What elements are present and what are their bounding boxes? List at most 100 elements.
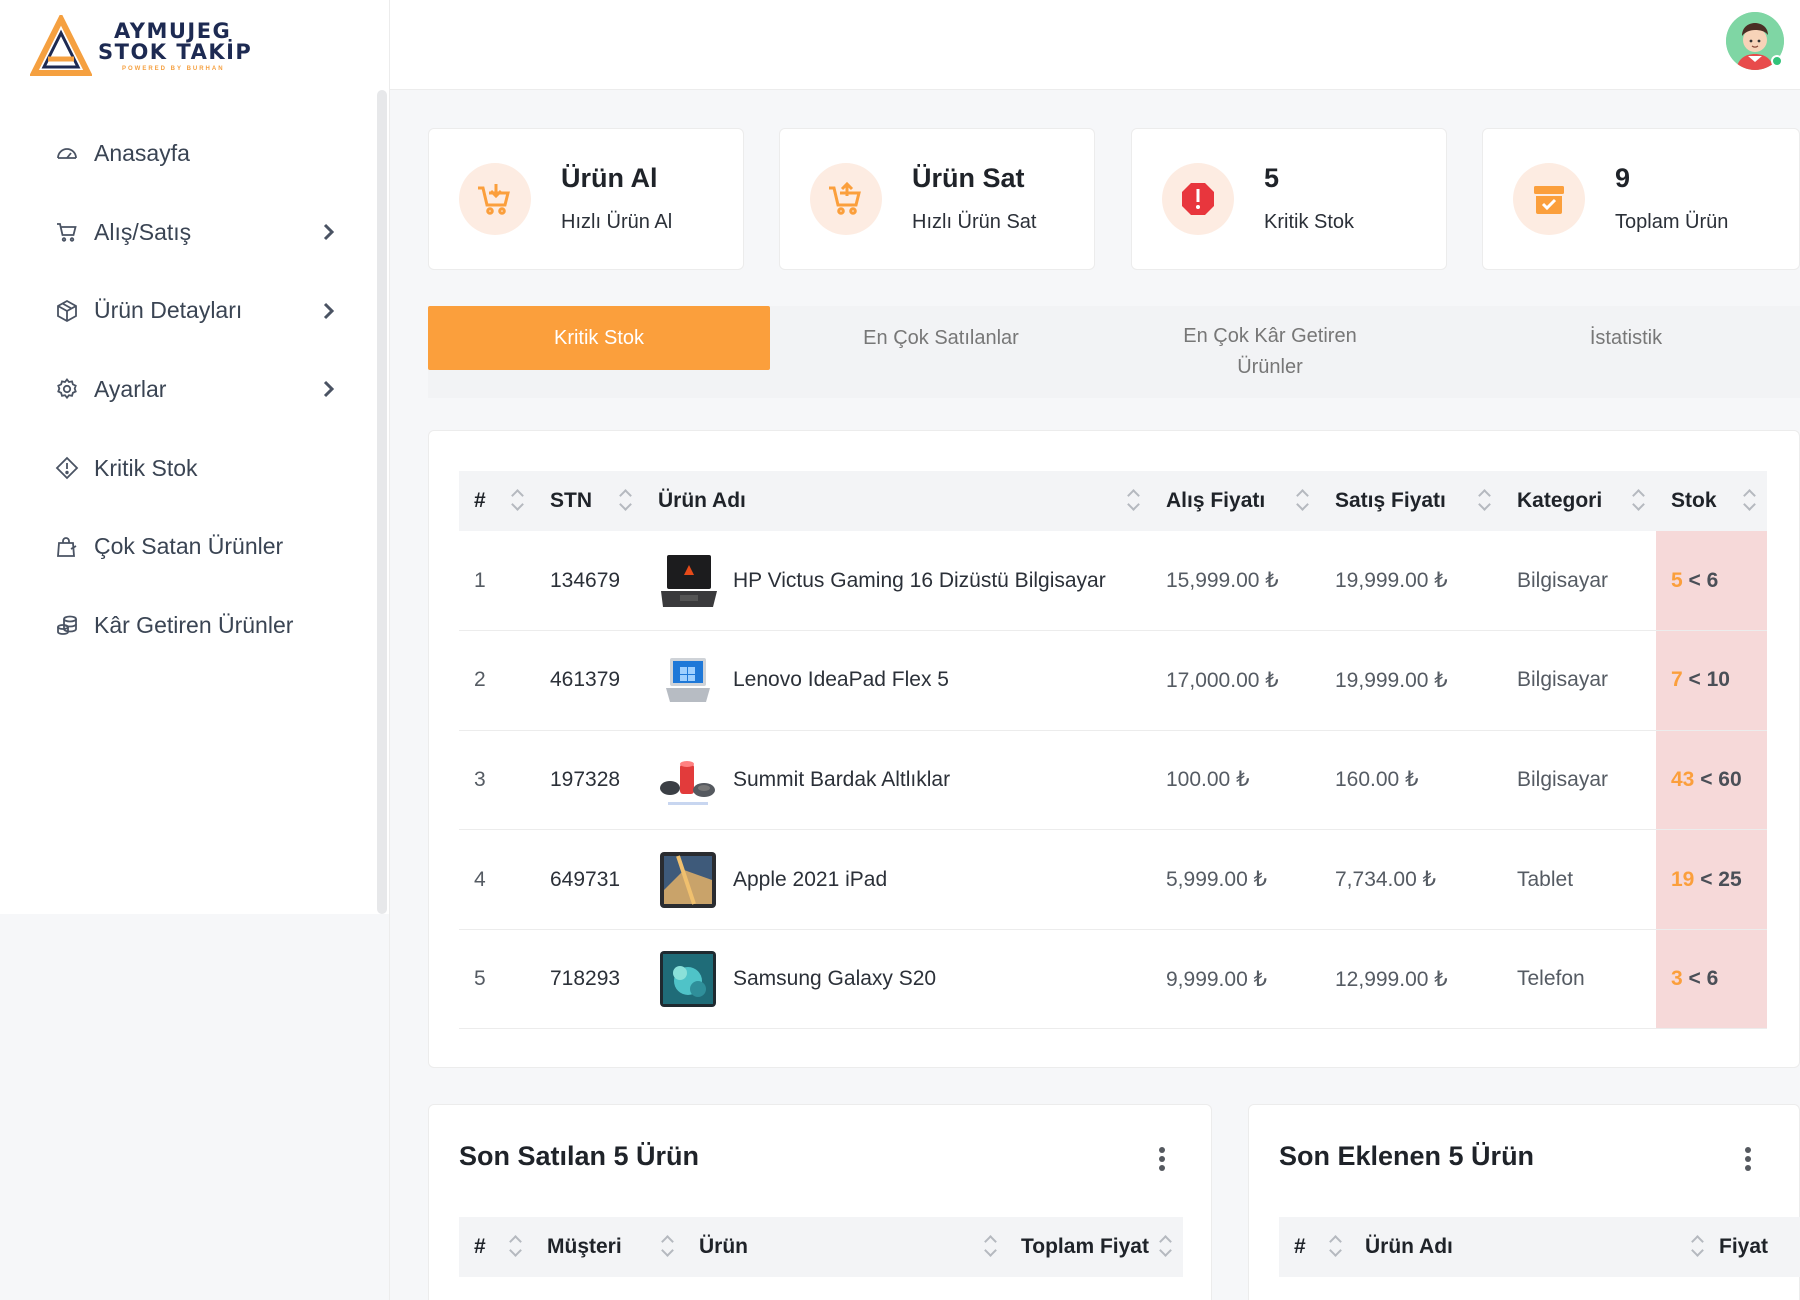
chevron-right-icon[interactable] (319, 301, 339, 321)
stock-current: 43 (1671, 767, 1695, 791)
tab-best-sellers[interactable]: En Çok Satılanlar (770, 306, 1112, 370)
sort-icon[interactable] (984, 1233, 996, 1259)
chevron-right-icon[interactable] (319, 222, 339, 242)
column-header-num[interactable]: # (474, 1235, 486, 1259)
product-name[interactable]: Summit Bardak Altlıklar (733, 768, 950, 792)
row-sell-price: 7,734.00 ₺ (1320, 829, 1502, 930)
row-category: Bilgisayar (1502, 730, 1656, 831)
column-header-name[interactable]: Ürün Adı (643, 471, 1151, 531)
sidebar-item-anasayfa[interactable]: Anasayfa (0, 114, 370, 193)
card-sell-product[interactable]: Ürün Sat Hızlı Ürün Sat (779, 128, 1095, 270)
sort-icon[interactable] (1329, 1233, 1341, 1259)
sort-icon[interactable] (511, 487, 523, 513)
tab-statistics[interactable]: İstatistik (1455, 306, 1797, 370)
row-stn: 461379 (535, 630, 643, 731)
table-row[interactable]: 5 718293 Samsung Galaxy S20 9,999.00 ₺ 1… (459, 929, 1767, 1030)
row-product: Apple 2021 iPad (643, 829, 1151, 930)
sort-icon[interactable] (1478, 487, 1490, 513)
row-num: 3 (459, 730, 535, 831)
column-header-price[interactable]: Fiyat (1719, 1235, 1768, 1259)
sidebar-item-label: Çok Satan Ürünler (94, 533, 284, 560)
sidebar-item-kar-getiren[interactable]: Kâr Getiren Ürünler (0, 586, 370, 665)
tab-critical-stock[interactable]: Kritik Stok (428, 306, 770, 370)
sort-icon[interactable] (661, 1233, 673, 1259)
product-name[interactable]: Samsung Galaxy S20 (733, 967, 936, 991)
column-header-customer[interactable]: Müşteri (547, 1235, 622, 1259)
column-header-num[interactable]: # (1294, 1235, 1306, 1259)
column-header-buy-price[interactable]: Alış Fiyatı (1151, 471, 1320, 531)
column-header-stn[interactable]: STN (535, 471, 643, 531)
column-header-num[interactable]: # (459, 471, 535, 531)
row-category: Bilgisayar (1502, 630, 1656, 731)
row-stock: 19 < 25 (1656, 829, 1767, 930)
sidebar-item-urun-detaylari[interactable]: Ürün Detayları (0, 271, 370, 350)
sort-icon[interactable] (1632, 487, 1644, 513)
row-buy-price: 9,999.00 ₺ (1151, 929, 1320, 1030)
row-stn: 134679 (535, 531, 643, 632)
brand-logo[interactable]: AYMUJEG STOK TAKİP POWERED BY BURHAN (30, 14, 252, 78)
recent-sold-card: Son Satılan 5 Ürün # Müşteri Ürün Toplam… (428, 1104, 1212, 1300)
row-buy-price: 15,999.00 ₺ (1151, 531, 1320, 632)
sidebar-item-ayarlar[interactable]: Ayarlar (0, 350, 370, 429)
sort-icon[interactable] (1127, 487, 1139, 513)
product-thumbnail-tablet (660, 851, 716, 908)
column-header-name[interactable]: Ürün Adı (1365, 1235, 1453, 1259)
column-header-sell-price[interactable]: Satış Fiyatı (1320, 471, 1502, 531)
card-title: Ürün Al (561, 163, 658, 193)
column-header-category[interactable]: Kategori (1502, 471, 1656, 531)
sort-icon[interactable] (509, 1233, 521, 1259)
row-sell-price: 19,999.00 ₺ (1320, 531, 1502, 632)
card-buy-product[interactable]: Ürün Al Hızlı Ürün Al (428, 128, 744, 270)
row-sell-price: 160.00 ₺ (1320, 730, 1502, 831)
row-product: HP Victus Gaming 16 Dizüstü Bilgisayar (643, 531, 1151, 632)
recent-added-table-header: # Ürün Adı Fiyat (1279, 1217, 1800, 1277)
sidebar-nav: Anasayfa Alış/Satış Ürün Detayları Ayarl… (0, 114, 370, 665)
row-stn: 718293 (535, 929, 643, 1030)
sidebar-item-alis-satis[interactable]: Alış/Satış (0, 193, 370, 272)
sidebar-scrollbar[interactable] (377, 90, 387, 914)
column-header-product[interactable]: Ürün (699, 1235, 748, 1259)
sort-icon[interactable] (619, 487, 631, 513)
sort-icon[interactable] (1743, 487, 1755, 513)
table-row[interactable]: 3 197328 Summit Bardak Altlıklar 100.00 … (459, 730, 1767, 831)
sidebar-item-label: Ürün Detayları (94, 297, 243, 324)
more-options-icon[interactable] (1158, 1147, 1166, 1171)
cart-download-icon (459, 163, 531, 235)
sidebar-item-cok-satan[interactable]: Çok Satan Ürünler (0, 507, 370, 586)
card-total-products[interactable]: 9 Toplam Ürün (1482, 128, 1800, 270)
brand-name-line1: AYMUJEG (114, 18, 232, 43)
coins-icon (54, 612, 80, 638)
sidebar-item-label: Ayarlar (94, 375, 167, 402)
product-name[interactable]: HP Victus Gaming 16 Dizüstü Bilgisayar (733, 569, 1106, 593)
product-thumbnail-phone (660, 951, 716, 1008)
sort-icon[interactable] (1691, 1233, 1703, 1259)
product-name[interactable]: Lenovo IdeaPad Flex 5 (733, 668, 949, 692)
sidebar-item-kritik-stok[interactable]: Kritik Stok (0, 429, 370, 508)
more-options-icon[interactable] (1744, 1147, 1752, 1171)
recent-sold-title: Son Satılan 5 Ürün (459, 1141, 700, 1171)
warning-diamond-icon (54, 455, 80, 481)
row-product: Summit Bardak Altlıklar (643, 730, 1151, 831)
row-stn: 197328 (535, 730, 643, 831)
row-num: 2 (459, 630, 535, 731)
column-header-stock[interactable]: Stok (1656, 471, 1767, 531)
column-header-total-price[interactable]: Toplam Fiyat (1021, 1235, 1149, 1259)
table-row[interactable]: 1 134679 HP Victus Gaming 16 Dizüstü Bil… (459, 531, 1767, 632)
table-row[interactable]: 4 649731 Apple 2021 iPad 5,999.00 ₺ 7,73… (459, 829, 1767, 930)
product-name[interactable]: Apple 2021 iPad (733, 868, 887, 892)
card-critical-stock[interactable]: 5 Kritik Stok (1131, 128, 1447, 270)
table-row[interactable]: 2 461379 Lenovo IdeaPad Flex 5 17,000.00… (459, 630, 1767, 731)
row-num: 5 (459, 929, 535, 1030)
sort-icon[interactable] (1296, 487, 1308, 513)
recent-added-card: Son Eklenen 5 Ürün # Ürün Adı Fiyat (1248, 1104, 1800, 1300)
sort-icon[interactable] (1159, 1233, 1171, 1259)
tab-most-profitable[interactable]: En Çok Kâr Getiren Ürünler (1112, 306, 1428, 398)
row-stock: 5 < 6 (1656, 531, 1767, 632)
online-status-dot (1771, 55, 1783, 67)
chevron-right-icon[interactable] (319, 379, 339, 399)
row-category: Bilgisayar (1502, 531, 1656, 632)
card-subtitle: Kritik Stok (1264, 211, 1355, 233)
cart-icon (54, 219, 80, 245)
brand-tagline: POWERED BY BURHAN (122, 65, 225, 72)
stock-limit: < 6 (1688, 568, 1719, 592)
